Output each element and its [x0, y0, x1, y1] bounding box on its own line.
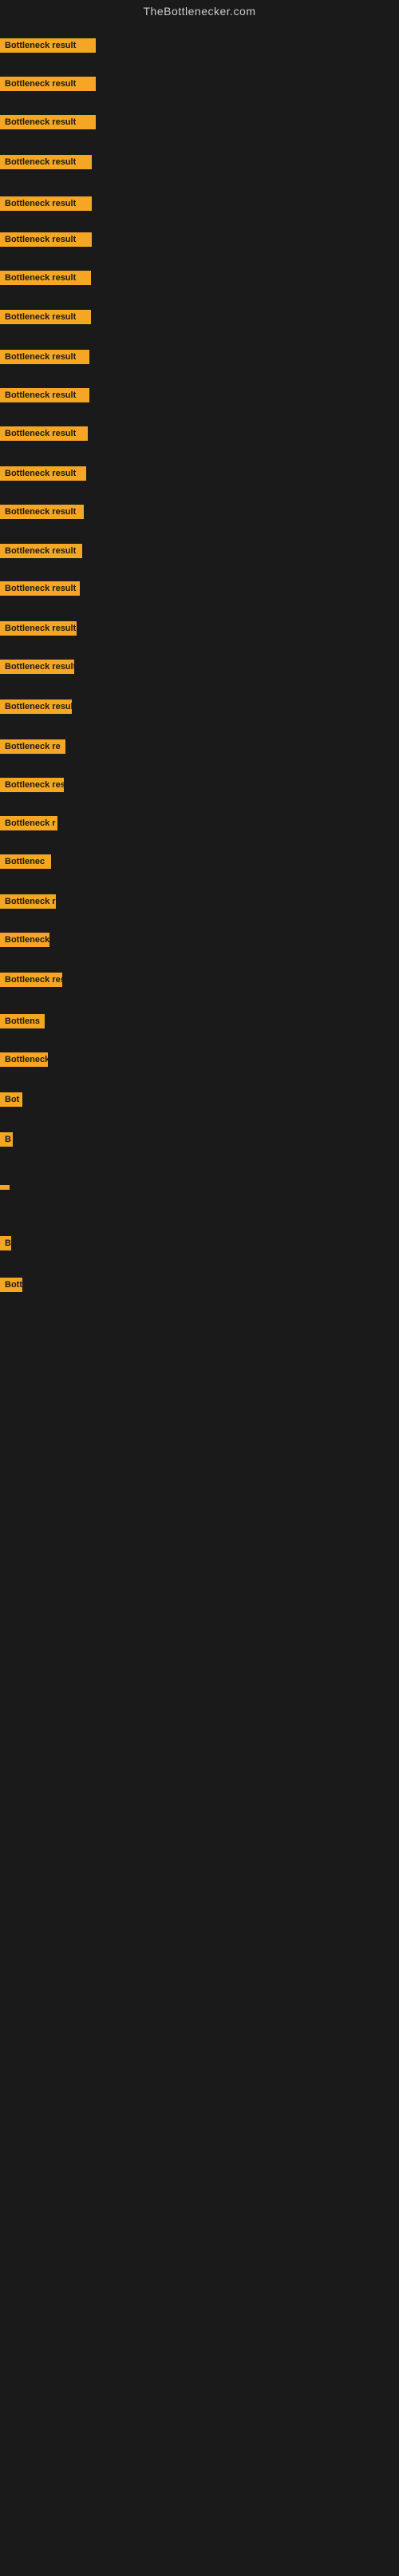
bottleneck-item[interactable]: Bot — [0, 1092, 22, 1107]
bottleneck-label: Bottleneck result — [0, 232, 92, 247]
bottleneck-item[interactable]: Bottleneck result — [0, 660, 74, 674]
bottleneck-item[interactable]: Bottleneck result — [0, 699, 72, 714]
bottleneck-item[interactable]: Bottleneck result — [0, 426, 88, 441]
bottleneck-label: Bottleneck r — [0, 894, 56, 909]
bottleneck-label: Bottleneck result — [0, 77, 96, 91]
bottleneck-item[interactable]: Bottleneck re — [0, 739, 65, 754]
bottleneck-label — [0, 1185, 10, 1190]
bottleneck-item[interactable]: Bottleneck result — [0, 581, 80, 596]
bottleneck-item[interactable]: Bottleneck result — [0, 621, 77, 636]
bottleneck-item[interactable]: Bottleneck result — [0, 310, 91, 324]
bottleneck-label: Bottleneck result — [0, 350, 89, 364]
bottleneck-item[interactable]: Bottleneck result — [0, 388, 89, 402]
bottleneck-label: Bottleneck r — [0, 816, 57, 830]
bottleneck-label: Bottleneck result — [0, 196, 92, 211]
bottleneck-label: Bottlens — [0, 1014, 45, 1028]
bottleneck-label: Bottleneck — [0, 933, 49, 947]
bottleneck-item[interactable]: Bottleneck — [0, 1052, 48, 1067]
bottleneck-item[interactable] — [0, 1185, 10, 1190]
bottleneck-item[interactable]: Bottleneck result — [0, 350, 89, 364]
bottleneck-label: B — [0, 1132, 13, 1147]
bottleneck-item[interactable]: Bottleneck — [0, 933, 49, 947]
bottleneck-label: Bottleneck result — [0, 38, 96, 53]
bottleneck-label: Bottleneck result — [0, 621, 77, 636]
bottleneck-label: Bottleneck res — [0, 973, 62, 987]
bottleneck-label: B — [0, 1236, 11, 1250]
bottleneck-item[interactable]: Bottleneck result — [0, 505, 84, 519]
bottleneck-label: Bottleneck result — [0, 155, 92, 169]
bottleneck-label: Bottleneck result — [0, 660, 74, 674]
bottleneck-item[interactable]: Bottlenec — [0, 854, 51, 869]
bottleneck-label: Bottleneck result — [0, 310, 91, 324]
bottleneck-label: Bottleneck result — [0, 426, 88, 441]
bottleneck-label: Bottleneck — [0, 1052, 48, 1067]
bottleneck-label: Bottleneck result — [0, 505, 84, 519]
bottleneck-item[interactable]: Bottleneck result — [0, 77, 96, 91]
bottleneck-item[interactable]: Bottleneck result — [0, 271, 91, 285]
bottleneck-item[interactable]: B — [0, 1132, 13, 1147]
site-title: TheBottlenecker.com — [0, 0, 399, 21]
bottleneck-label: Bottleneck result — [0, 271, 91, 285]
bottleneck-item[interactable]: Bottleneck result — [0, 544, 82, 558]
bottleneck-item[interactable]: Bottleneck result — [0, 115, 96, 129]
bottleneck-label: Bottleneck result — [0, 388, 89, 402]
bottleneck-label: Bottleneck re — [0, 739, 65, 754]
bottleneck-label: Bottleneck result — [0, 778, 64, 792]
bottleneck-item[interactable]: Bottleneck result — [0, 778, 64, 792]
bottleneck-item[interactable]: Bottlens — [0, 1014, 45, 1028]
bottleneck-item[interactable]: Bottleneck result — [0, 155, 92, 169]
bottleneck-item[interactable]: B — [0, 1236, 11, 1250]
bottleneck-item[interactable]: Bottleneck result — [0, 232, 92, 247]
bottleneck-label: Bottleneck result — [0, 466, 86, 481]
bottleneck-item[interactable]: Bottleneck res — [0, 973, 62, 987]
bottleneck-item[interactable]: Bottleneck result — [0, 196, 92, 211]
bottleneck-item[interactable]: Bottleneck result — [0, 466, 86, 481]
bottleneck-label: Bott — [0, 1278, 22, 1292]
bottleneck-item[interactable]: Bottleneck r — [0, 816, 57, 830]
bottleneck-item[interactable]: Bottleneck r — [0, 894, 56, 909]
bottleneck-label: Bottleneck result — [0, 699, 72, 714]
bottleneck-label: Bot — [0, 1092, 22, 1107]
bottleneck-label: Bottlenec — [0, 854, 51, 869]
bottleneck-label: Bottleneck result — [0, 544, 82, 558]
bottleneck-item[interactable]: Bottleneck result — [0, 38, 96, 53]
bottleneck-label: Bottleneck result — [0, 115, 96, 129]
bottleneck-item[interactable]: Bott — [0, 1278, 22, 1292]
bottleneck-label: Bottleneck result — [0, 581, 80, 596]
